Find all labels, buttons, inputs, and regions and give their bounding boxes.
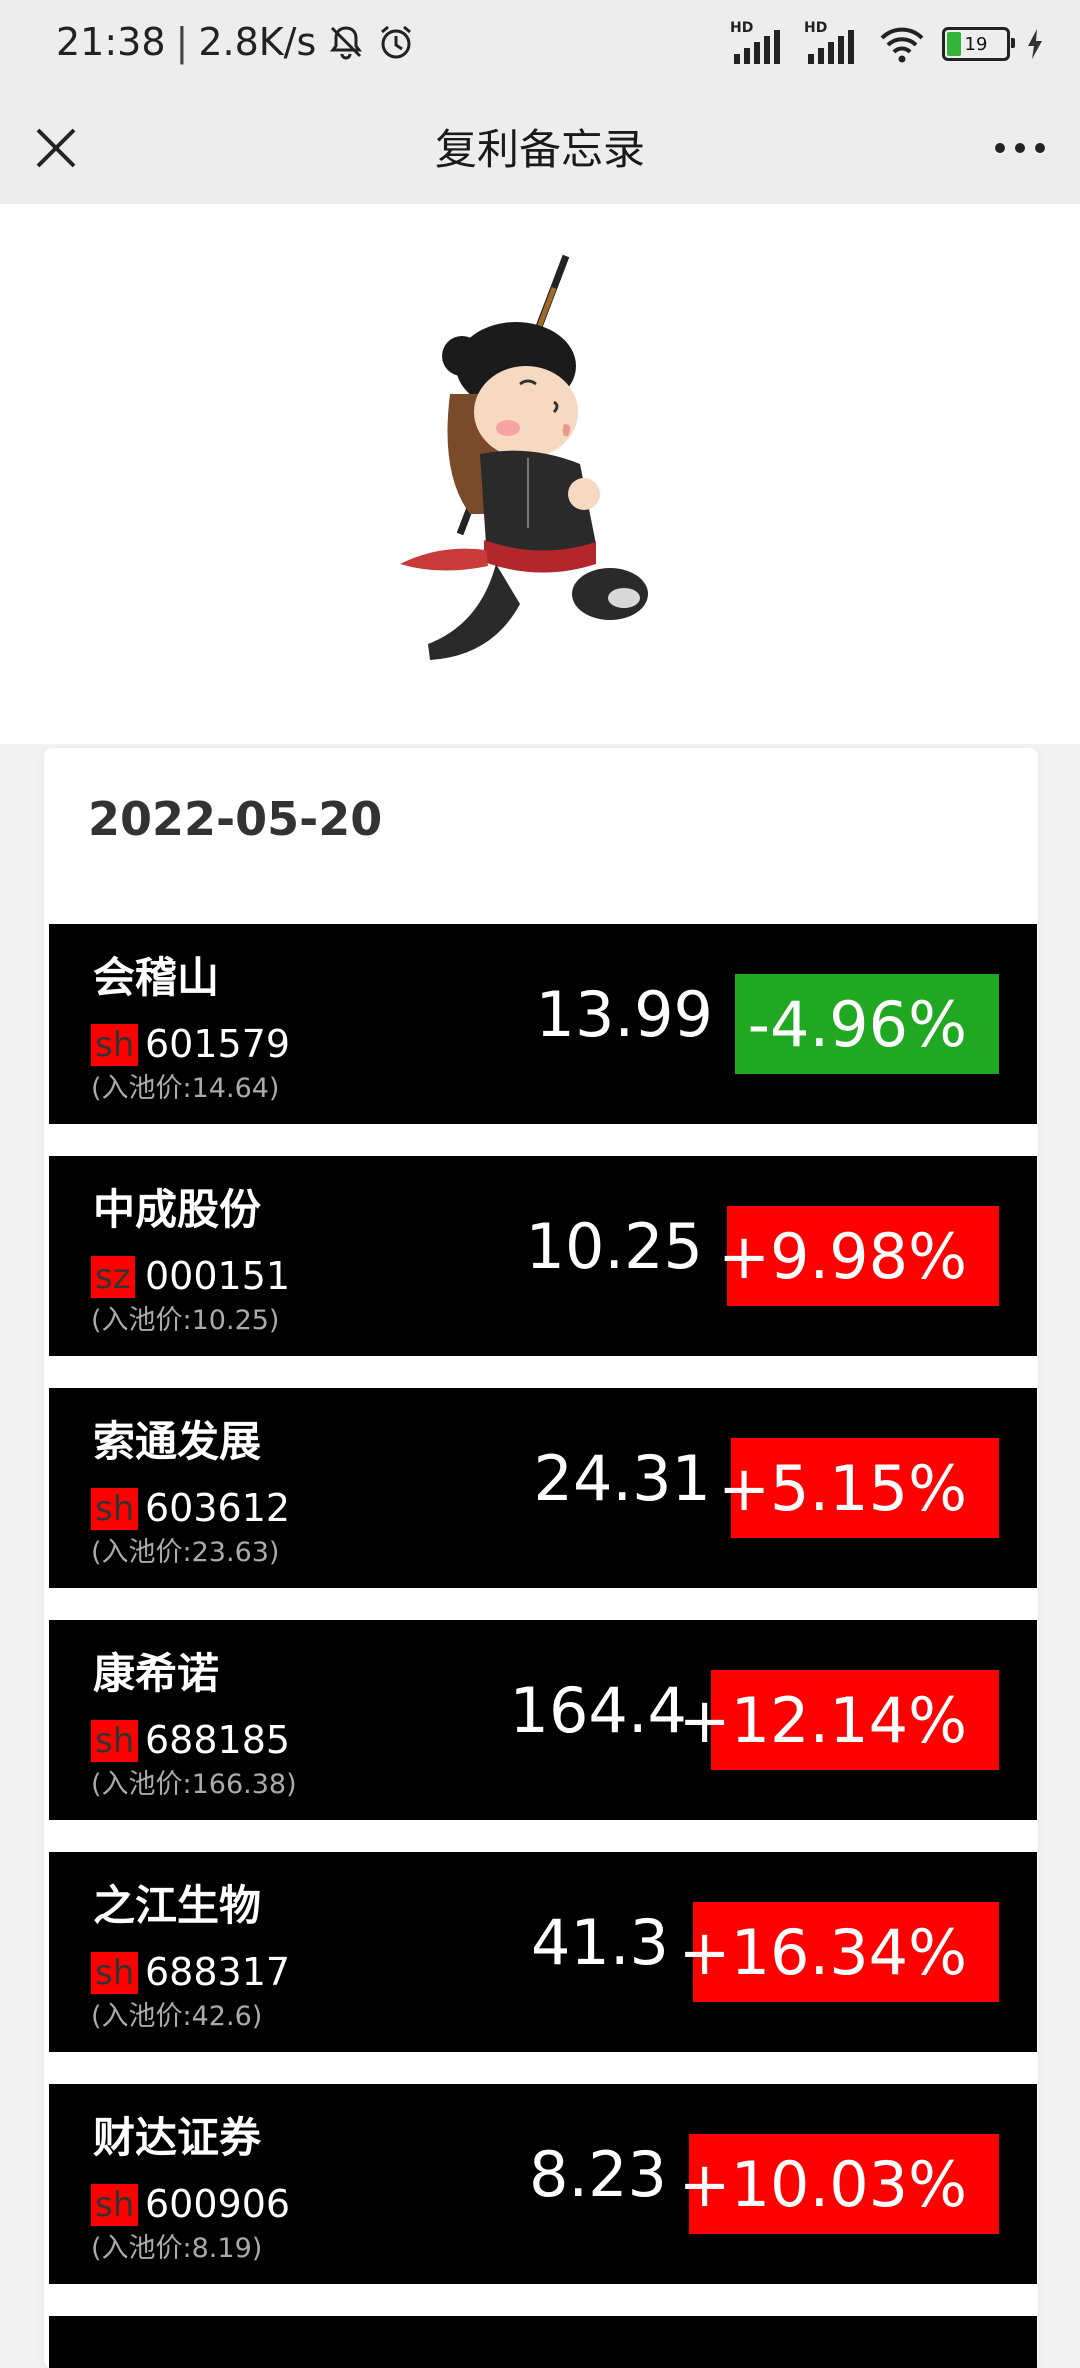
stock-row[interactable]: 中成股份 sz 000151 (入池价:10.25) 10.25 +9.98% <box>49 1156 1037 1356</box>
battery-level: 19 <box>964 33 988 55</box>
stock-row[interactable]: 之江生物 sh 688317 (入池价:42.6) 41.3 +16.34% <box>49 1852 1037 2052</box>
more-dot-icon <box>1035 143 1045 153</box>
stock-code: 688185 <box>145 1718 291 1762</box>
entry-price: (入池价:166.38) <box>91 1769 297 1800</box>
status-bar: 21:38 | 2.8K/s HD HD 19 <box>0 0 1080 92</box>
stock-code: 000151 <box>145 1254 291 1298</box>
entry-price: (入池价:14.64) <box>91 1073 280 1104</box>
change-badge: +5.15% <box>718 1438 999 1538</box>
warrior-mascot-illustration <box>400 254 648 660</box>
alarm-icon <box>381 25 412 59</box>
stock-row[interactable]: 会稽山 sh 601579 (入池价:14.64) 13.99 -4.96% <box>49 924 1037 1124</box>
stock-row[interactable]: 财达证券 sh 600906 (入池价:8.19) 8.23 +10.03% <box>49 2084 1037 2284</box>
market-badge: sh <box>91 1720 139 1762</box>
network-speed: 2.8K/s <box>198 20 317 64</box>
current-price: 24.31 <box>533 1442 712 1515</box>
current-price: 13.99 <box>535 978 714 1051</box>
entry-price: (入池价:42.6) <box>91 2001 263 2032</box>
stock-code: 600906 <box>145 2182 291 2226</box>
stock-code: 688317 <box>145 1950 291 1994</box>
status-right: HD HD 19 <box>730 20 1044 64</box>
change-badge: +16.34% <box>679 1902 999 2002</box>
stock-name: 中成股份 <box>93 1185 262 1234</box>
market-badge: sh <box>91 1952 139 1994</box>
market-badge: sh <box>91 2184 139 2226</box>
entry-price: (入池价:8.19) <box>91 2233 263 2264</box>
stock-name: 康希诺 <box>93 1649 220 1698</box>
more-dot-icon <box>1015 143 1025 153</box>
stock-code: 601579 <box>145 1022 291 1066</box>
mute-bell-icon <box>330 26 363 60</box>
entry-price: (入池价:23.63) <box>91 1537 280 1568</box>
stock-row[interactable] <box>49 2316 1037 2368</box>
header-bar: 复利备忘录 <box>0 92 1080 204</box>
status-divider: | <box>175 20 189 64</box>
stock-name: 会稽山 <box>93 953 220 1002</box>
change-badge: +9.98% <box>718 1206 999 1306</box>
more-options-button[interactable] <box>988 126 1052 170</box>
mascot-banner <box>0 204 1080 744</box>
change-badge: +12.14% <box>679 1670 999 1770</box>
signal-icon-1: HD <box>730 20 788 64</box>
market-badge: sh <box>91 1024 139 1066</box>
list-date: 2022-05-20 <box>88 792 383 846</box>
more-dot-icon <box>995 143 1005 153</box>
current-price: 8.23 <box>528 2138 667 2211</box>
stock-list-card: 2022-05-20 会稽山 sh 601579 (入池价:14.64) 13.… <box>44 748 1038 2368</box>
stock-row[interactable]: 索通发展 sh 603612 (入池价:23.63) 24.31 +5.15% <box>49 1388 1037 1588</box>
status-left: 21:38 | 2.8K/s <box>56 20 416 64</box>
battery-icon: 19 <box>942 27 1015 61</box>
charging-icon <box>1028 29 1042 59</box>
entry-price: (入池价:10.25) <box>91 1305 280 1336</box>
current-price: 164.4 <box>509 1674 688 1747</box>
change-badge: +10.03% <box>679 2134 999 2234</box>
stock-name: 索通发展 <box>93 1417 262 1466</box>
market-badge: sz <box>91 1256 135 1298</box>
change-badge: -4.96% <box>735 974 999 1074</box>
page-title: 复利备忘录 <box>434 125 645 174</box>
status-time: 21:38 <box>56 20 166 64</box>
stock-code: 603612 <box>145 1486 291 1530</box>
signal-icon-2: HD <box>804 20 862 64</box>
stock-name: 财达证券 <box>93 2113 262 2162</box>
current-price: 10.25 <box>525 1210 704 1283</box>
current-price: 41.3 <box>530 1906 669 1979</box>
market-badge: sh <box>91 1488 139 1530</box>
stock-row[interactable]: 康希诺 sh 688185 (入池价:166.38) 164.4 +12.14% <box>49 1620 1037 1820</box>
wifi-icon <box>880 27 924 63</box>
stock-name: 之江生物 <box>93 1881 262 1930</box>
